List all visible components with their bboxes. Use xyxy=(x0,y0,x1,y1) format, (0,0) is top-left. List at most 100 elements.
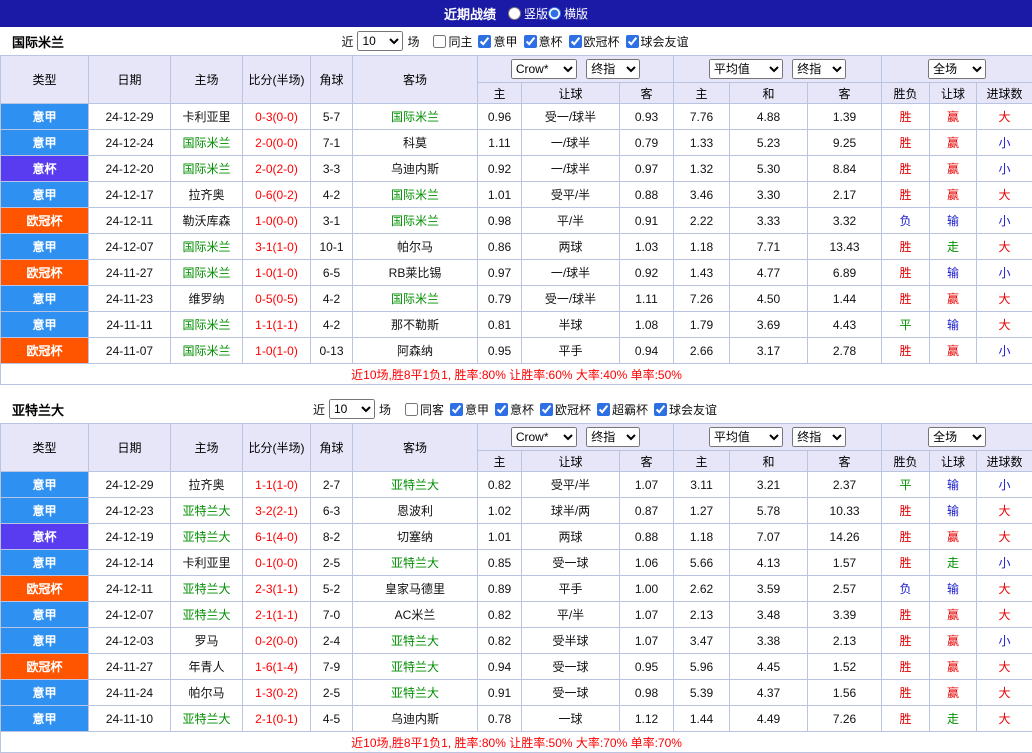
sub-header-handicap-result: 让球 xyxy=(930,451,977,472)
layout-radio-horizontal[interactable]: 横版 xyxy=(548,5,588,22)
home-team: 拉齐奥 xyxy=(171,472,243,498)
filter-checkbox-意甲[interactable]: 意甲 xyxy=(474,33,517,50)
goals-result: 大 xyxy=(977,104,1032,130)
recent-count-select[interactable]: 10 xyxy=(357,31,403,51)
layout-radio-vertical[interactable]: 竖版 xyxy=(508,5,548,22)
handicap-result: 输 xyxy=(930,260,977,286)
bookmaker-select[interactable]: Crow* xyxy=(511,59,577,79)
col-header-corners: 角球 xyxy=(311,424,353,472)
filter-checkbox-球会友谊[interactable]: 球会友谊 xyxy=(622,33,689,50)
result: 负 xyxy=(882,576,930,602)
handicap-line: 两球 xyxy=(522,234,620,260)
handicap-result: 走 xyxy=(930,706,977,732)
corners: 7-1 xyxy=(311,130,353,156)
goals-result: 小 xyxy=(977,130,1032,156)
handicap-result: 输 xyxy=(930,498,977,524)
filter-checkbox-同客[interactable]: 同客 xyxy=(401,401,444,418)
away-team: 那不勒斯 xyxy=(353,312,478,338)
checkbox-意甲[interactable] xyxy=(450,403,463,416)
handicap-result: 赢 xyxy=(930,104,977,130)
checkbox-欧冠杯[interactable] xyxy=(569,35,582,48)
odds-away: 0.87 xyxy=(620,498,674,524)
filter-checkbox-意杯[interactable]: 意杯 xyxy=(520,33,563,50)
recent-count-select[interactable]: 10 xyxy=(329,399,375,419)
checkbox-同主[interactable] xyxy=(433,35,446,48)
checkbox-超霸杯[interactable] xyxy=(597,403,610,416)
checkbox-意甲[interactable] xyxy=(478,35,491,48)
section-header: 亚特兰大 近 10 场 同客意甲意杯欧冠杯超霸杯球会友谊 xyxy=(0,395,1032,423)
match-date: 24-11-27 xyxy=(89,654,171,680)
final-odds-select[interactable]: 终指 xyxy=(586,427,640,447)
corners: 6-3 xyxy=(311,498,353,524)
final-average-select[interactable]: 终指 xyxy=(792,427,846,447)
sub-header-odds-home: 主 xyxy=(478,451,522,472)
match-date: 24-12-20 xyxy=(89,156,171,182)
checkbox-意杯[interactable] xyxy=(524,35,537,48)
col-header-score: 比分(半场) xyxy=(243,424,311,472)
average-select[interactable]: 平均值 xyxy=(709,427,783,447)
match-date: 24-12-07 xyxy=(89,234,171,260)
avg-draw: 7.07 xyxy=(730,524,808,550)
sub-header-goals: 进球数 xyxy=(977,451,1032,472)
filter-bar: 近 10 场 同主意甲意杯欧冠杯球会友谊 xyxy=(341,31,690,51)
average-group-header: 平均值 终指 xyxy=(674,424,882,451)
bookmaker-select[interactable]: Crow* xyxy=(511,427,577,447)
final-odds-select[interactable]: 终指 xyxy=(586,59,640,79)
average-select[interactable]: 平均值 xyxy=(709,59,783,79)
filter-checkbox-意杯[interactable]: 意杯 xyxy=(491,401,534,418)
filter-checkbox-欧冠杯[interactable]: 欧冠杯 xyxy=(565,33,620,50)
sub-header-odds-home: 主 xyxy=(478,83,522,104)
odds-home: 0.82 xyxy=(478,628,522,654)
away-team: 国际米兰 xyxy=(353,104,478,130)
home-team: 国际米兰 xyxy=(171,338,243,364)
checkbox-球会友谊[interactable] xyxy=(654,403,667,416)
avg-home: 1.33 xyxy=(674,130,730,156)
handicap-line: 受一/球半 xyxy=(522,286,620,312)
avg-home: 1.44 xyxy=(674,706,730,732)
fullmatch-select[interactable]: 全场 xyxy=(928,427,986,447)
checkbox-意杯[interactable] xyxy=(495,403,508,416)
layout-radio-horizontal-input[interactable] xyxy=(548,7,561,20)
odds-away: 1.12 xyxy=(620,706,674,732)
final-average-select[interactable]: 终指 xyxy=(792,59,846,79)
handicap-result: 走 xyxy=(930,234,977,260)
fullmatch-select[interactable]: 全场 xyxy=(928,59,986,79)
odds-away: 0.92 xyxy=(620,260,674,286)
score: 0-3(0-0) xyxy=(243,104,311,130)
filter-checkbox-欧冠杯[interactable]: 欧冠杯 xyxy=(536,401,591,418)
odds-home: 1.02 xyxy=(478,498,522,524)
result: 胜 xyxy=(882,550,930,576)
filter-checkbox-意甲[interactable]: 意甲 xyxy=(446,401,489,418)
odds-home: 0.92 xyxy=(478,156,522,182)
away-team: AC米兰 xyxy=(353,602,478,628)
checkbox-球会友谊[interactable] xyxy=(626,35,639,48)
avg-home: 5.39 xyxy=(674,680,730,706)
result: 胜 xyxy=(882,654,930,680)
match-date: 24-12-17 xyxy=(89,182,171,208)
home-team: 卡利亚里 xyxy=(171,104,243,130)
odds-home: 0.94 xyxy=(478,654,522,680)
odds-home: 0.98 xyxy=(478,208,522,234)
layout-radio-vertical-input[interactable] xyxy=(508,7,521,20)
checkbox-同客[interactable] xyxy=(405,403,418,416)
stats-summary: 近10场,胜8平1负1, 胜率:80% 让胜率:60% 大率:40% 单率:50… xyxy=(1,364,1032,385)
avg-away: 3.32 xyxy=(808,208,882,234)
checkbox-欧冠杯[interactable] xyxy=(540,403,553,416)
match-row: 意甲24-12-29卡利亚里0-3(0-0)5-7国际米兰0.96受一/球半0.… xyxy=(1,104,1032,130)
filter-checkbox-同主[interactable]: 同主 xyxy=(429,33,472,50)
match-row: 意杯24-12-20国际米兰2-0(2-0)3-3乌迪内斯0.92一/球半0.9… xyxy=(1,156,1032,182)
handicap-line: 平手 xyxy=(522,338,620,364)
handicap-result: 赢 xyxy=(930,524,977,550)
avg-away: 1.44 xyxy=(808,286,882,312)
match-row: 欧冠杯24-11-27国际米兰1-0(1-0)6-5RB莱比锡0.97一/球半0… xyxy=(1,260,1032,286)
away-team: RB莱比锡 xyxy=(353,260,478,286)
filter-checkbox-球会友谊[interactable]: 球会友谊 xyxy=(650,401,717,418)
avg-home: 5.66 xyxy=(674,550,730,576)
filter-checkbox-超霸杯[interactable]: 超霸杯 xyxy=(593,401,648,418)
odds-away: 1.07 xyxy=(620,472,674,498)
sub-header-result: 胜负 xyxy=(882,83,930,104)
avg-away: 8.84 xyxy=(808,156,882,182)
match-date: 24-12-03 xyxy=(89,628,171,654)
league-type-badge: 欧冠杯 xyxy=(1,654,89,680)
score: 1-0(1-0) xyxy=(243,260,311,286)
